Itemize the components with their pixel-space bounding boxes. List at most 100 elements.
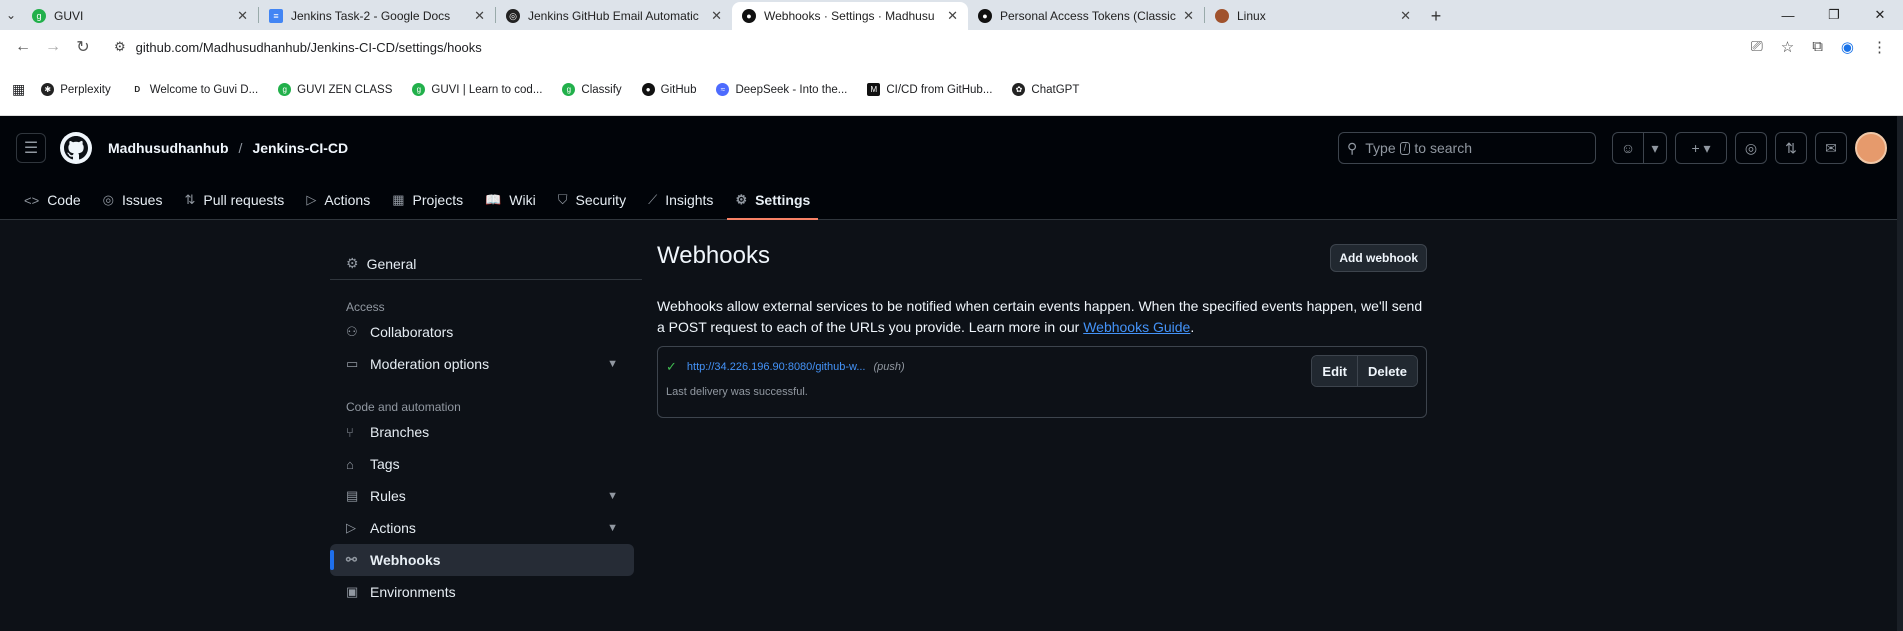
github-favicon-icon: ●	[978, 9, 992, 23]
rules-icon: ▤	[346, 488, 359, 503]
browser-tab-linux[interactable]: Linux ✕	[1205, 2, 1421, 30]
github-favicon-icon: ●	[742, 9, 756, 23]
close-tab-icon[interactable]: ✕	[947, 8, 958, 24]
new-tab-button[interactable]: +	[1421, 2, 1451, 30]
webhook-events: (push)	[873, 361, 905, 373]
tab-issues[interactable]: ◎ Issues	[95, 192, 171, 220]
add-webhook-button[interactable]: Add webhook	[1330, 244, 1427, 272]
bookmark-classify[interactable]: g Classify	[562, 83, 622, 96]
issues-icon[interactable]: ◎	[1735, 132, 1767, 164]
webhook-url-link[interactable]: http://34.226.196.90:8080/github-w...	[687, 361, 866, 373]
extensions-icon[interactable]: ⧉	[1812, 38, 1823, 56]
browser-tab-guvi[interactable]: g GUVI ✕	[22, 2, 258, 30]
close-tab-icon[interactable]: ✕	[474, 8, 485, 24]
close-tab-icon[interactable]: ✕	[237, 8, 248, 24]
browser-tab-docs[interactable]: ≡ Jenkins Task-2 - Google Docs ✕	[259, 2, 495, 30]
tab-actions[interactable]: ▷ Actions	[298, 192, 378, 220]
search-input[interactable]: ⚲ Type / to search	[1338, 132, 1596, 164]
sidebar-item-moderation[interactable]: ▭ Moderation options ▼	[330, 348, 634, 380]
profile-icon[interactable]: ◉	[1841, 38, 1854, 56]
tab-code[interactable]: <> Code	[16, 192, 89, 220]
close-tab-icon[interactable]: ✕	[1400, 8, 1411, 24]
play-icon: ▷	[346, 520, 356, 535]
avatar[interactable]	[1855, 132, 1887, 164]
github-header: ☰ Madhusudhanhub / Jenkins-CI-CD ⚲ Type …	[0, 116, 1903, 220]
gear-icon: ⚙	[346, 255, 359, 271]
site-info-icon[interactable]: ⚙	[114, 39, 126, 55]
copilot-button[interactable]: ☺	[1612, 132, 1644, 164]
sidebar-item-collaborators[interactable]: ⚇ Collaborators	[330, 316, 634, 348]
openai-favicon-icon: ◎	[506, 9, 520, 23]
medium-icon: M	[867, 83, 881, 96]
repo-nav: <> Code ◎ Issues ⇅ Pull requests ▷ Actions ▦…	[0, 180, 1903, 220]
sidebar-item-webhooks[interactable]: ⚯ Webhooks	[330, 544, 634, 576]
tab-wiki[interactable]: 📖 Wiki	[477, 192, 544, 220]
repo-owner-link[interactable]: Madhusudhanhub	[108, 140, 229, 156]
sidebar-item-tags[interactable]: ⌂ Tags	[330, 448, 634, 480]
reload-icon[interactable]: ↻	[68, 37, 98, 57]
book-icon: 📖	[485, 192, 502, 207]
tab-pull-requests[interactable]: ⇅ Pull requests	[176, 192, 292, 220]
tab-projects[interactable]: ▦ Projects	[384, 192, 471, 220]
sidebar-item-general[interactable]: ⚙ General	[330, 248, 642, 280]
close-tab-icon[interactable]: ✕	[1183, 8, 1194, 24]
browser-chrome: ⌄ g GUVI ✕ ≡ Jenkins Task-2 - Google Doc…	[0, 0, 1903, 116]
forward-icon[interactable]: →	[38, 38, 68, 56]
check-icon: ✓	[666, 359, 677, 374]
sidebar-item-branches[interactable]: ⑂ Branches	[330, 416, 634, 448]
edit-button[interactable]: Edit	[1312, 356, 1357, 386]
copilot-dropdown-icon[interactable]: ▾	[1643, 132, 1667, 164]
browser-tab-tokens[interactable]: ● Personal Access Tokens (Classic ✕	[968, 2, 1204, 30]
github-page: ☰ Madhusudhanhub / Jenkins-CI-CD ⚲ Type …	[0, 116, 1903, 631]
bookmark-guvi-welcome[interactable]: D Welcome to Guvi D...	[130, 83, 258, 96]
apps-grid-icon[interactable]: ▦	[12, 81, 25, 98]
tab-strip: ⌄ g GUVI ✕ ≡ Jenkins Task-2 - Google Doc…	[0, 0, 1903, 30]
close-window-icon[interactable]: ✕	[1857, 0, 1903, 30]
sidebar-item-rules[interactable]: ▤ Rules ▼	[330, 480, 634, 512]
install-app-icon[interactable]: ⎚	[1751, 38, 1763, 56]
sidebar-item-actions[interactable]: ▷ Actions ▼	[330, 512, 634, 544]
restore-icon[interactable]: ❐	[1811, 0, 1857, 30]
guvi-icon: g	[278, 83, 292, 96]
minimize-icon[interactable]: —	[1765, 0, 1811, 30]
breadcrumb-separator: /	[238, 140, 243, 156]
linux-favicon-icon	[1215, 9, 1229, 23]
chevron-down-icon: ▼	[607, 490, 618, 502]
play-icon: ▷	[306, 192, 317, 207]
browser-menu-icon[interactable]: ⋮	[1872, 38, 1887, 56]
bookmark-github[interactable]: ● GitHub	[641, 83, 696, 96]
github-icon: ●	[641, 83, 655, 96]
sidebar-item-environments[interactable]: ▣ Environments	[330, 576, 634, 608]
create-new-button[interactable]: + ▾	[1675, 132, 1727, 164]
tab-security[interactable]: ⛉ Security	[550, 192, 634, 220]
tab-insights[interactable]: ⟋ Insights	[640, 192, 721, 220]
bookmark-deepseek[interactable]: ≈ DeepSeek - Into the...	[716, 83, 847, 96]
github-logo-icon[interactable]	[60, 132, 92, 164]
guvi-icon: g	[562, 83, 576, 96]
repo-name-link[interactable]: Jenkins-CI-CD	[252, 140, 348, 156]
browser-tab-jenkins-email[interactable]: ◎ Jenkins GitHub Email Automatic ✕	[496, 2, 732, 30]
bookmark-guvi-zen[interactable]: g GUVI ZEN CLASS	[278, 83, 392, 96]
scrollbar[interactable]	[1897, 116, 1903, 631]
url-bar[interactable]: ⚙ github.com/Madhusudhanhub/Jenkins-CI-C…	[106, 33, 1743, 61]
bookmark-perplexity[interactable]: ✱ Perplexity	[41, 83, 111, 96]
table-icon: ▦	[392, 192, 405, 207]
sidebar-heading-code: Code and automation	[346, 400, 461, 414]
tab-search-icon[interactable]: ⌄	[0, 0, 22, 30]
bookmark-chatgpt[interactable]: ✿ ChatGPT	[1012, 83, 1079, 96]
tab-settings[interactable]: ⚙ Settings	[727, 192, 819, 220]
delete-button[interactable]: Delete	[1356, 356, 1417, 386]
close-tab-icon[interactable]: ✕	[711, 8, 722, 24]
perplexity-icon: ✱	[41, 83, 55, 96]
back-icon[interactable]: ←	[8, 38, 38, 56]
browser-tab-webhooks[interactable]: ● Webhooks · Settings · Madhusu ✕	[732, 2, 968, 30]
bookmark-star-icon[interactable]: ☆	[1781, 38, 1794, 56]
bookmark-guvi-learn[interactable]: g GUVI | Learn to cod...	[412, 83, 542, 96]
pull-requests-icon[interactable]: ⇅	[1775, 132, 1807, 164]
docs-favicon-icon: ≡	[269, 9, 283, 23]
hamburger-menu-icon[interactable]: ☰	[16, 133, 46, 163]
webhooks-guide-link[interactable]: Webhooks Guide	[1083, 319, 1190, 335]
bookmark-cicd[interactable]: M CI/CD from GitHub...	[867, 83, 992, 96]
inbox-icon[interactable]: ✉	[1815, 132, 1847, 164]
settings-sidebar: ⚙ General Access ⚇ Collaborators ▭ Moderati…	[330, 248, 642, 608]
